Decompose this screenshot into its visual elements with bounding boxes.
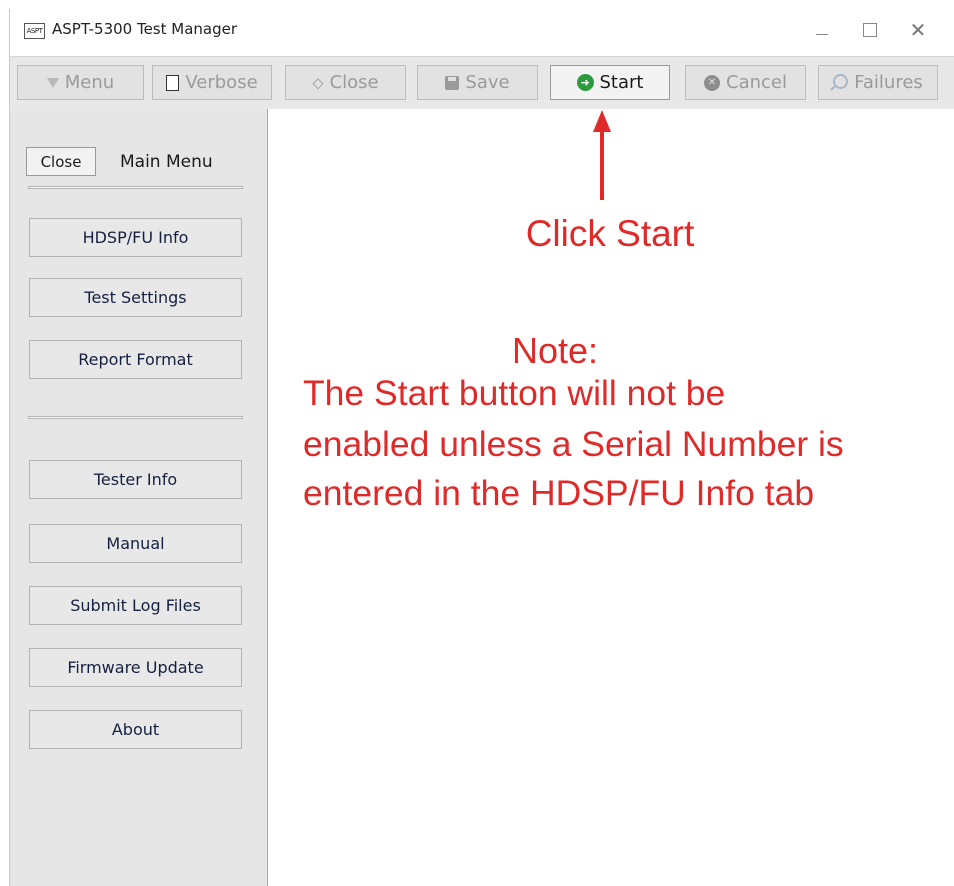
green-arrow-circle-icon: ➜ <box>576 74 594 91</box>
menu-button-label: Menu <box>64 72 115 93</box>
annotation-note-title: Note: <box>511 330 599 371</box>
menu-button[interactable]: Menu <box>17 65 144 100</box>
sidebar-close-button[interactable]: Close <box>26 147 96 176</box>
close-button[interactable]: ⬦ Close <box>285 65 406 100</box>
title-bar: ASPT ASPT-5300 Test Manager ✕ <box>10 9 954 55</box>
start-button[interactable]: ➜ Start <box>550 65 670 100</box>
triangle-down-icon <box>46 77 59 88</box>
annotation-note-line: The Start button will not be <box>303 373 726 413</box>
sidebar-divider <box>28 186 243 189</box>
maximize-icon[interactable] <box>858 18 882 42</box>
sidebar-item-about[interactable]: About <box>29 710 242 749</box>
floppy-disk-icon <box>445 75 460 90</box>
checkbox-icon <box>166 74 180 91</box>
annotation-click-start: Click Start <box>525 213 695 254</box>
x-circle-icon: ✕ <box>704 74 720 91</box>
failures-button-label: Failures <box>854 72 923 93</box>
cancel-button[interactable]: ✕ Cancel <box>685 65 806 100</box>
close-icon[interactable]: ✕ <box>906 18 930 42</box>
verbose-button[interactable]: Verbose <box>152 65 272 100</box>
annotation-note-line: entered in the HDSP/FU Info tab <box>303 473 815 513</box>
sidebar-item-submit-log-files[interactable]: Submit Log Files <box>29 586 242 625</box>
app-icon: ASPT <box>24 23 45 39</box>
annotation-note-line: enabled unless a Serial Number is <box>303 424 844 464</box>
sidebar-item-manual[interactable]: Manual <box>29 524 242 563</box>
start-button-label: Start <box>599 72 644 93</box>
sidebar-item-tester-info[interactable]: Tester Info <box>29 460 242 499</box>
save-button[interactable]: Save <box>417 65 538 100</box>
sidebar: Close Main Menu HDSP/FU Info Test Settin… <box>10 109 268 886</box>
tag-icon: ⬦ <box>312 72 324 92</box>
close-button-label: Close <box>329 72 379 93</box>
annotation-arrow-icon <box>593 110 611 200</box>
failures-button[interactable]: Failures <box>818 65 938 100</box>
window-title: ASPT-5300 Test Manager <box>52 20 238 38</box>
minimize-icon[interactable] <box>810 18 834 42</box>
sidebar-title: Main Menu <box>120 152 213 172</box>
sidebar-item-firmware-update[interactable]: Firmware Update <box>29 648 242 687</box>
verbose-button-label: Verbose <box>185 72 258 93</box>
magnifier-icon <box>833 73 849 89</box>
sidebar-item-report-format[interactable]: Report Format <box>29 340 242 379</box>
save-button-label: Save <box>465 72 510 93</box>
toolbar: Menu Verbose ⬦ Close Save ➜ Start ✕ Canc… <box>10 56 954 110</box>
sidebar-item-test-settings[interactable]: Test Settings <box>29 278 242 317</box>
cancel-button-label: Cancel <box>726 72 787 93</box>
sidebar-divider <box>28 416 243 419</box>
sidebar-item-hdsp-fu-info[interactable]: HDSP/FU Info <box>29 218 242 257</box>
